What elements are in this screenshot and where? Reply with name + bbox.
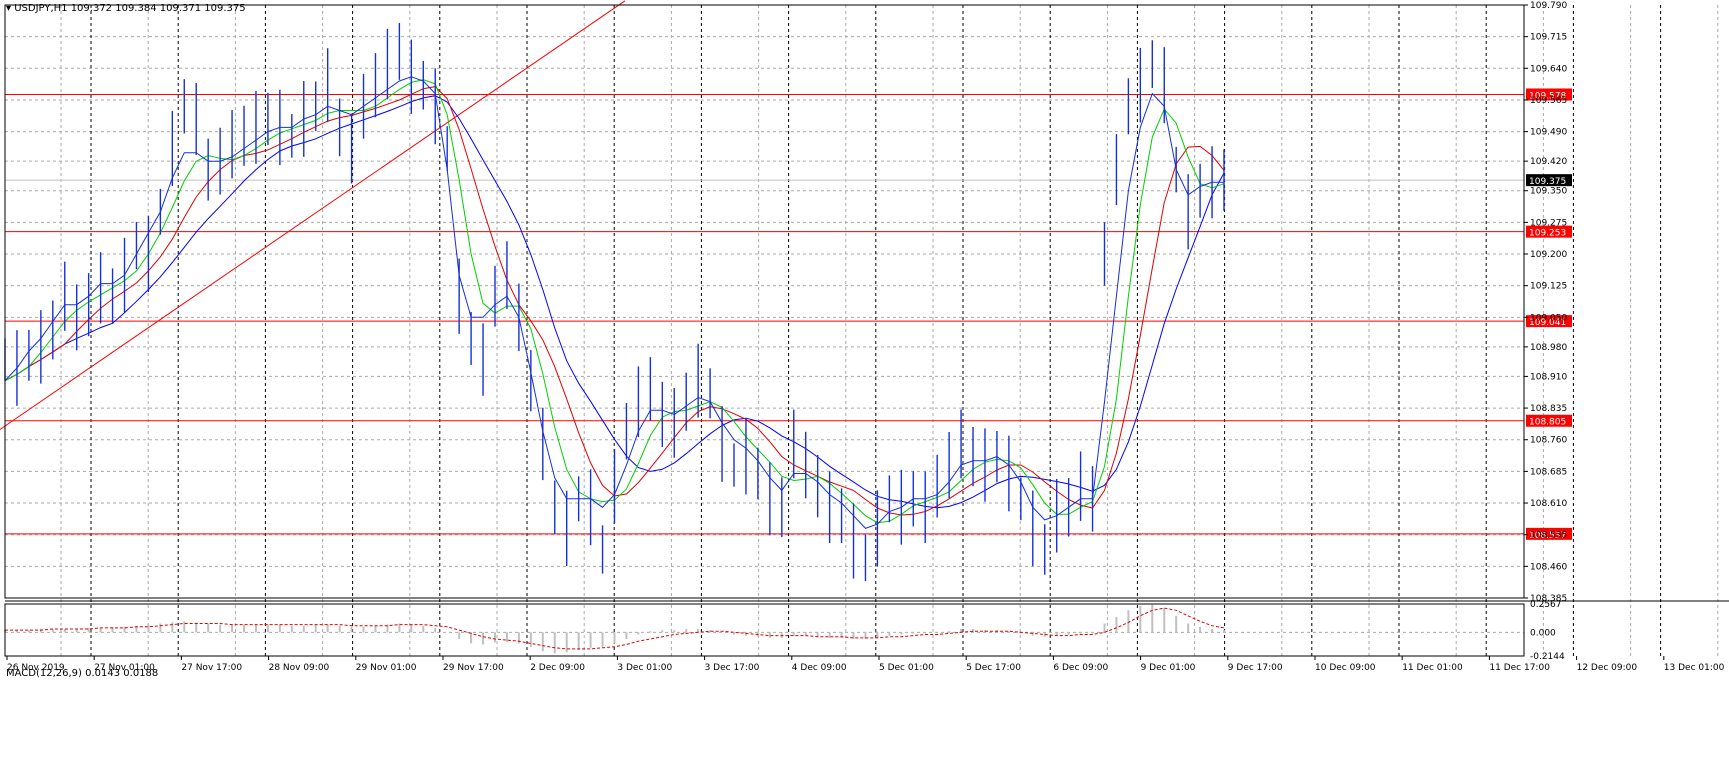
x-tick-label: 2 Dec 09:00 [530, 663, 585, 673]
x-tick-label: 4 Dec 09:00 [792, 663, 847, 673]
y-tick-label: 109.565 [1530, 96, 1567, 106]
y-tick-label: 109.490 [1530, 128, 1567, 138]
current-price-label: 109.375 [1529, 177, 1566, 187]
x-tick-label: 9 Dec 17:00 [1228, 663, 1283, 673]
y-tick-label: 109.050 [1530, 313, 1567, 323]
y-tick-label: 108.760 [1530, 436, 1567, 446]
collapse-arrow-icon[interactable]: ▾ [6, 3, 11, 14]
y-tick-label: 108.685 [1530, 467, 1567, 477]
x-tick-label: 27 Nov 17:00 [181, 663, 242, 673]
x-tick-label: 10 Dec 09:00 [1315, 663, 1376, 673]
x-tick-label: 3 Dec 17:00 [705, 663, 760, 673]
x-tick-label: 28 Nov 09:00 [269, 663, 330, 673]
y-tick-label: 109.350 [1530, 187, 1567, 197]
y-tick-label: 108.980 [1530, 343, 1567, 353]
level-label: 109.253 [1529, 229, 1566, 239]
macd-info: MACD(12,26,9) 0.0143 0.0188 [6, 668, 159, 679]
y-tick-label: 108.535 [1530, 531, 1567, 541]
y-tick-label: 108.610 [1530, 499, 1567, 509]
y-tick-label: 108.835 [1530, 404, 1567, 414]
x-tick-label: 13 Dec 01:00 [1664, 663, 1725, 673]
x-tick-label: 5 Dec 17:00 [966, 663, 1021, 673]
x-tick-label: 11 Dec 01:00 [1402, 663, 1463, 673]
x-tick-label: 6 Dec 09:00 [1053, 663, 1108, 673]
x-tick-label: 29 Nov 01:00 [356, 663, 417, 673]
macd-tick-label: 0.2567 [1530, 600, 1562, 610]
price-chart[interactable]: 109.578109.253109.041108.805108.537109.3… [0, 0, 1729, 753]
macd-tick-label: -0.2144 [1530, 652, 1565, 662]
y-tick-label: 109.715 [1530, 33, 1567, 43]
y-tick-label: 109.790 [1530, 1, 1567, 11]
y-tick-label: 109.420 [1530, 157, 1567, 167]
x-tick-label: 9 Dec 01:00 [1141, 663, 1196, 673]
y-tick-label: 109.640 [1530, 64, 1567, 74]
x-tick-label: 12 Dec 09:00 [1577, 663, 1638, 673]
y-tick-label: 108.910 [1530, 372, 1567, 382]
level-label: 108.805 [1529, 418, 1566, 428]
symbol-info-text: USDJPY,H1 109.372 109.384 109.371 109.37… [14, 3, 246, 14]
x-tick-label: 11 Dec 17:00 [1489, 663, 1550, 673]
x-tick-label: 3 Dec 01:00 [617, 663, 672, 673]
y-tick-label: 108.460 [1530, 562, 1567, 572]
y-tick-label: 109.125 [1530, 282, 1567, 292]
y-tick-label: 109.200 [1530, 250, 1567, 260]
y-tick-label: 109.275 [1530, 218, 1567, 228]
chart-window: 109.578 109.253 109.041 108.805 108.537 109.3… [0, 0, 1729, 753]
x-tick-label: 5 Dec 01:00 [879, 663, 934, 673]
x-tick-label: 29 Nov 17:00 [443, 663, 504, 673]
macd-tick-label: 0.000 [1530, 628, 1556, 638]
symbol-info: ▾ USDJPY,H1 109.372 109.384 109.371 109.… [6, 3, 246, 14]
